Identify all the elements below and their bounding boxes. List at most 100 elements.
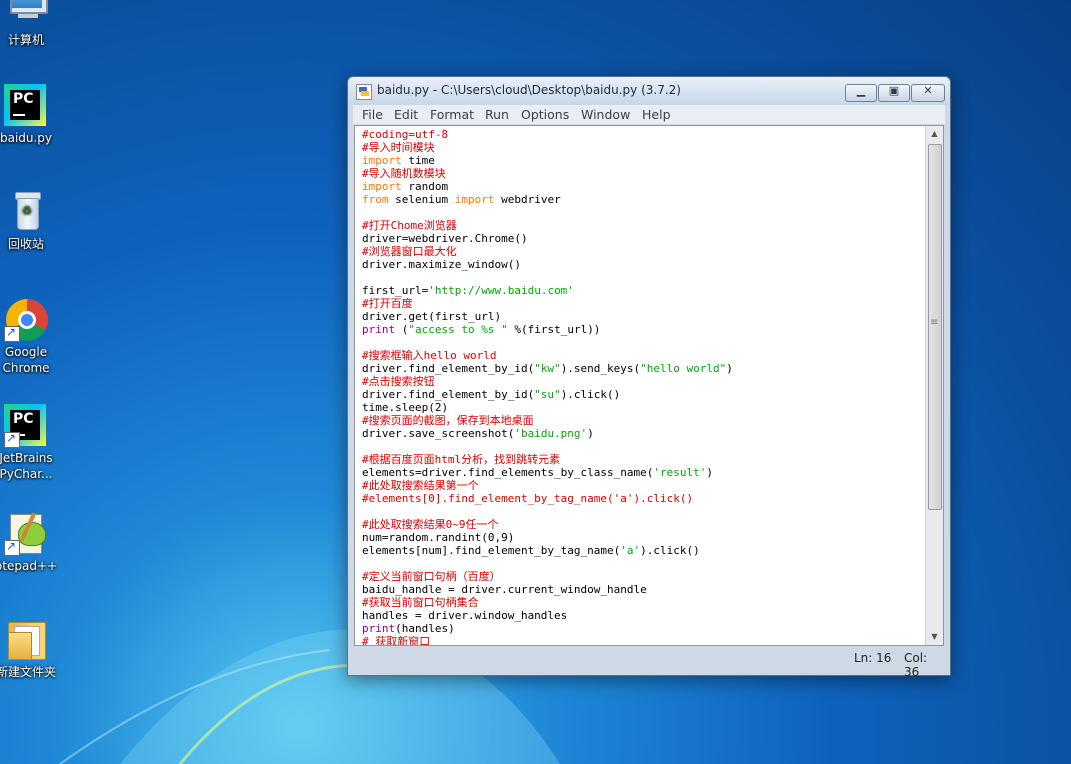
window-titlebar[interactable]: baidu.py - C:\Users\cloud\Desktop\baidu.… bbox=[348, 77, 950, 105]
code-token: #根据百度页面html分析，找到跳转元素 bbox=[362, 453, 561, 466]
maximize-button[interactable]: ▣ bbox=[878, 84, 910, 102]
desktop-icon-recycle-bin[interactable]: ♻ 回收站 bbox=[0, 190, 63, 252]
code-token: #此处取搜索结果0~9任一个 bbox=[362, 518, 499, 531]
python-file-icon bbox=[356, 84, 372, 100]
code-line: #此处取搜索结果第一个 bbox=[362, 479, 922, 492]
computer-icon bbox=[4, 0, 48, 30]
code-token: ).send_keys( bbox=[560, 362, 641, 375]
code-token: elements=driver.find_elements_by_class_n… bbox=[362, 466, 654, 479]
pycharm-icon: PC bbox=[4, 404, 48, 448]
idle-editor-window: baidu.py - C:\Users\cloud\Desktop\baidu.… bbox=[347, 76, 951, 679]
code-token: handles = driver.window_handles bbox=[362, 609, 568, 622]
code-line: driver.maximize_window() bbox=[362, 258, 922, 271]
code-token: 'baidu.png' bbox=[514, 427, 588, 440]
code-token: driver.find_element_by_id( bbox=[362, 362, 535, 375]
code-line: driver.find_element_by_id("kw").send_key… bbox=[362, 362, 922, 375]
menu-edit[interactable]: Edit bbox=[394, 107, 418, 122]
code-line: first_url='http://www.baidu.com' bbox=[362, 284, 922, 297]
desktop-icon-notepad-plus-plus[interactable]: otepad++ bbox=[0, 512, 63, 574]
code-token: "hello world" bbox=[640, 362, 727, 375]
code-line: #根据百度页面html分析，找到跳转元素 bbox=[362, 453, 922, 466]
code-line: #定义当前窗口句柄（百度） bbox=[362, 570, 922, 583]
menu-run[interactable]: Run bbox=[485, 107, 509, 122]
desktop-icon-baidu-py[interactable]: PC baidu.py bbox=[0, 84, 63, 146]
code-line: import time bbox=[362, 154, 922, 167]
code-token: # 获取新窗口 bbox=[362, 635, 431, 646]
code-token: print bbox=[362, 323, 396, 336]
code-token: #打开Chome浏览器 bbox=[362, 219, 457, 232]
code-token: ) bbox=[726, 362, 733, 375]
code-line: elements[num].find_element_by_tag_name('… bbox=[362, 544, 922, 557]
folder-icon bbox=[4, 618, 48, 662]
code-line: #浏览器窗口最大化 bbox=[362, 245, 922, 258]
scroll-down-icon[interactable]: ▼ bbox=[926, 629, 943, 645]
scrollbar-thumb[interactable] bbox=[928, 144, 942, 510]
code-token: ( bbox=[395, 323, 409, 336]
code-line: driver.save_screenshot('baidu.png') bbox=[362, 427, 922, 440]
code-token: baidu_handle = driver.current_window_han… bbox=[362, 583, 647, 596]
menu-format[interactable]: Format bbox=[430, 107, 474, 122]
code-token: #导入时间模块 bbox=[362, 141, 435, 154]
code-line: driver=webdriver.Chrome() bbox=[362, 232, 922, 245]
code-line: #打开Chome浏览器 bbox=[362, 219, 922, 232]
code-token: 'http://www.baidu.com' bbox=[428, 284, 574, 297]
code-token: num=random.randint(0,9) bbox=[362, 531, 515, 544]
desktop-icon-label: baidu.py bbox=[0, 131, 53, 145]
code-token: "access to %s " bbox=[408, 323, 508, 336]
code-line: #点击搜索按钮 bbox=[362, 375, 922, 388]
code-token: ) bbox=[706, 466, 714, 479]
recycle-bin-icon: ♻ bbox=[4, 190, 48, 234]
code-line: #打开百度 bbox=[362, 297, 922, 310]
code-line: print ("access to %s " %(first_url)) bbox=[362, 323, 922, 336]
code-line: #elements[0].find_element_by_tag_name('a… bbox=[362, 492, 922, 505]
code-token: import bbox=[362, 154, 402, 167]
desktop-icon-computer[interactable]: 计算机 bbox=[0, 0, 63, 48]
code-token: print bbox=[362, 622, 396, 635]
code-token: ).click() bbox=[560, 388, 621, 401]
code-line: #获取当前窗口句柄集合 bbox=[362, 596, 922, 609]
code-token: 'result' bbox=[653, 466, 707, 479]
vertical-scrollbar[interactable]: ▲ ▼ bbox=[925, 126, 943, 645]
desktop-icon-chrome[interactable]: Google Chrome bbox=[0, 298, 63, 376]
desktop-icon-new-folder[interactable]: 新建文件夹 bbox=[0, 618, 63, 680]
desktop-icon-pycharm[interactable]: PC JetBrains PyChar... bbox=[0, 404, 63, 482]
code-line: # 获取新窗口 bbox=[362, 635, 922, 646]
status-bar: Ln: 16 Col: 36 bbox=[354, 647, 942, 679]
code-line: from selenium import webdriver bbox=[362, 193, 922, 206]
desktop-icon-label: JetBrains PyChar... bbox=[0, 451, 53, 481]
status-line-number: Ln: 16 bbox=[854, 651, 892, 665]
code-token: %(first_url)) bbox=[507, 323, 601, 336]
minimize-button[interactable]: ▁ bbox=[845, 84, 877, 102]
code-token: driver=webdriver.Chrome() bbox=[362, 232, 528, 245]
menu-window[interactable]: Window bbox=[581, 107, 630, 122]
code-token: "su" bbox=[534, 388, 561, 401]
code-text-area[interactable]: #coding=utf-8 #导入时间模块 import time #导入随机数模块 i… bbox=[362, 128, 922, 646]
code-token: from bbox=[362, 193, 389, 206]
close-button[interactable]: ✕ bbox=[911, 84, 945, 102]
close-icon: ✕ bbox=[923, 84, 933, 97]
code-token: #elements[0].find_element_by_tag_name('a… bbox=[362, 492, 694, 505]
code-token: #定义当前窗口句柄（百度） bbox=[362, 570, 501, 583]
code-editor[interactable]: #coding=utf-8 #导入时间模块 import time #导入随机数模块 i… bbox=[354, 125, 944, 646]
code-token: #搜索框输入hello world bbox=[362, 349, 497, 362]
scroll-up-icon[interactable]: ▲ bbox=[926, 126, 943, 142]
code-token: (handles) bbox=[395, 622, 455, 635]
menu-options[interactable]: Options bbox=[521, 107, 569, 122]
minimize-icon: ▁ bbox=[856, 84, 866, 97]
notepad-plus-plus-icon bbox=[4, 512, 48, 556]
code-token: #此处取搜索结果第一个 bbox=[362, 479, 479, 492]
menu-file[interactable]: File bbox=[362, 107, 383, 122]
code-token: driver.find_element_by_id( bbox=[362, 388, 535, 401]
code-token: #搜索页面的截图，保存到本地桌面 bbox=[362, 414, 534, 427]
code-token: 'a' bbox=[620, 544, 641, 557]
desktop-icon-label: 回收站 bbox=[7, 237, 44, 251]
code-line: driver.find_element_by_id("su").click() bbox=[362, 388, 922, 401]
pycharm-file-icon: PC bbox=[4, 84, 48, 128]
menu-help[interactable]: Help bbox=[642, 107, 671, 122]
code-token: driver.save_screenshot( bbox=[362, 427, 515, 440]
desktop-icon-label: 计算机 bbox=[7, 33, 44, 47]
